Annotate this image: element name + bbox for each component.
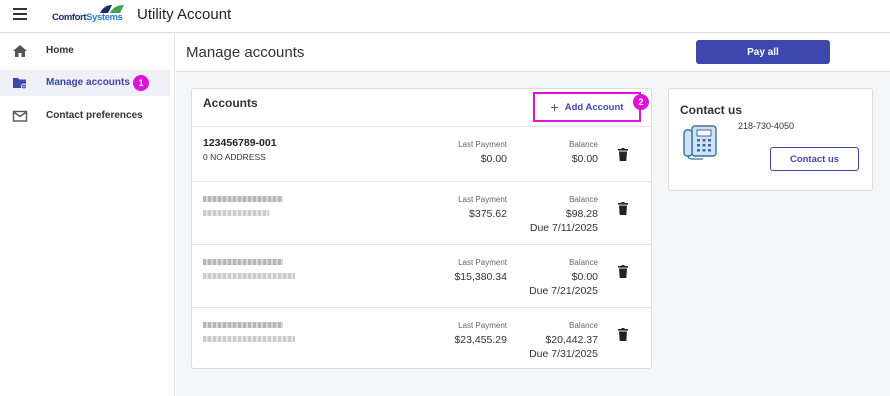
redacted-account-address (203, 210, 269, 216)
sidebar-item-home[interactable]: Home (0, 38, 170, 64)
add-account-label: Add Account (564, 101, 624, 113)
contact-card: Contact us 218-730-4050 Contact us (668, 88, 873, 191)
step-badge: 2 (633, 94, 649, 110)
app-title: Utility Account (137, 6, 232, 23)
balance-value: $20,442.37 (545, 334, 598, 346)
due-date: Due 7/11/2025 (529, 222, 598, 234)
last-payment-value: $15,380.34 (454, 271, 507, 283)
sidebar-item-contact-preferences[interactable]: Contact preferences (0, 103, 170, 129)
balance-value: $98.28 (565, 208, 598, 220)
last-payment-value: $375.62 (469, 208, 507, 220)
brand-name: ComfortSystems (52, 12, 123, 23)
phone-icon (683, 125, 717, 160)
contact-title: Contact us (680, 103, 743, 117)
due-date: Due 7/21/2025 (529, 285, 598, 297)
step-badge: 1 (133, 75, 149, 91)
account-row[interactable]: Last Payment $23,455.29 Balance $20,442.… (192, 307, 651, 369)
sidebar-item-label: Manage accounts (46, 77, 130, 88)
account-row[interactable]: Last Payment $15,380.34 Balance $0.00 Du… (192, 244, 651, 307)
sidebar-item-manage-accounts[interactable]: Manage accounts 1 (0, 70, 170, 96)
last-payment-label: Last Payment (458, 321, 507, 330)
plus-icon: + (550, 99, 559, 115)
home-icon (13, 45, 27, 57)
redacted-account-address (203, 336, 295, 342)
trash-icon[interactable] (618, 265, 628, 278)
balance-label: Balance (569, 140, 598, 149)
page-title: Manage accounts (186, 44, 305, 61)
balance-value: $0.00 (571, 153, 598, 165)
last-payment-label: Last Payment (458, 195, 507, 204)
last-payment-value: $23,455.29 (454, 334, 507, 346)
balance-label: Balance (569, 195, 598, 204)
due-date: Due 7/31/2025 (529, 348, 598, 360)
account-address: 0 NO ADDRESS (203, 152, 266, 162)
trash-icon[interactable] (618, 148, 628, 161)
trash-icon[interactable] (618, 328, 628, 341)
add-account-button[interactable]: + Add Account (533, 92, 641, 122)
pay-all-button[interactable]: Pay all (696, 40, 830, 64)
sidebar-item-label: Contact preferences (46, 110, 143, 121)
account-row[interactable]: Last Payment $375.62 Balance $98.28 Due … (192, 181, 651, 244)
last-payment-label: Last Payment (458, 140, 507, 149)
top-bar: ComfortSystems Utility Account (0, 0, 890, 33)
brand-logo[interactable]: ComfortSystems (52, 4, 128, 26)
sidebar-item-label: Home (46, 45, 74, 56)
balance-label: Balance (569, 321, 598, 330)
trash-icon[interactable] (618, 202, 628, 215)
redacted-account-number (203, 196, 283, 202)
phone-number: 218-730-4050 (738, 121, 795, 131)
mail-icon (12, 110, 28, 122)
sidebar: Home Manage accounts 1 Contact preferenc… (0, 34, 175, 396)
accounts-card: Accounts + Add Account 2 123456789-001 0… (191, 88, 652, 369)
folder-settings-icon (13, 78, 27, 90)
contact-us-button[interactable]: Contact us (770, 147, 859, 171)
account-row[interactable]: 123456789-001 0 NO ADDRESS Last Payment … (192, 126, 651, 181)
account-number: 123456789-001 (203, 137, 277, 149)
last-payment-label: Last Payment (458, 258, 507, 267)
balance-label: Balance (569, 258, 598, 267)
redacted-account-number (203, 322, 283, 328)
menu-icon[interactable] (13, 8, 27, 20)
accounts-title: Accounts (203, 96, 258, 110)
redacted-account-number (203, 259, 283, 265)
page-header: Manage accounts Pay all (176, 34, 890, 72)
balance-value: $0.00 (571, 271, 598, 283)
redacted-account-address (203, 273, 295, 279)
last-payment-value: $0.00 (480, 153, 507, 165)
main-content: Manage accounts Pay all Accounts + Add A… (176, 34, 890, 396)
